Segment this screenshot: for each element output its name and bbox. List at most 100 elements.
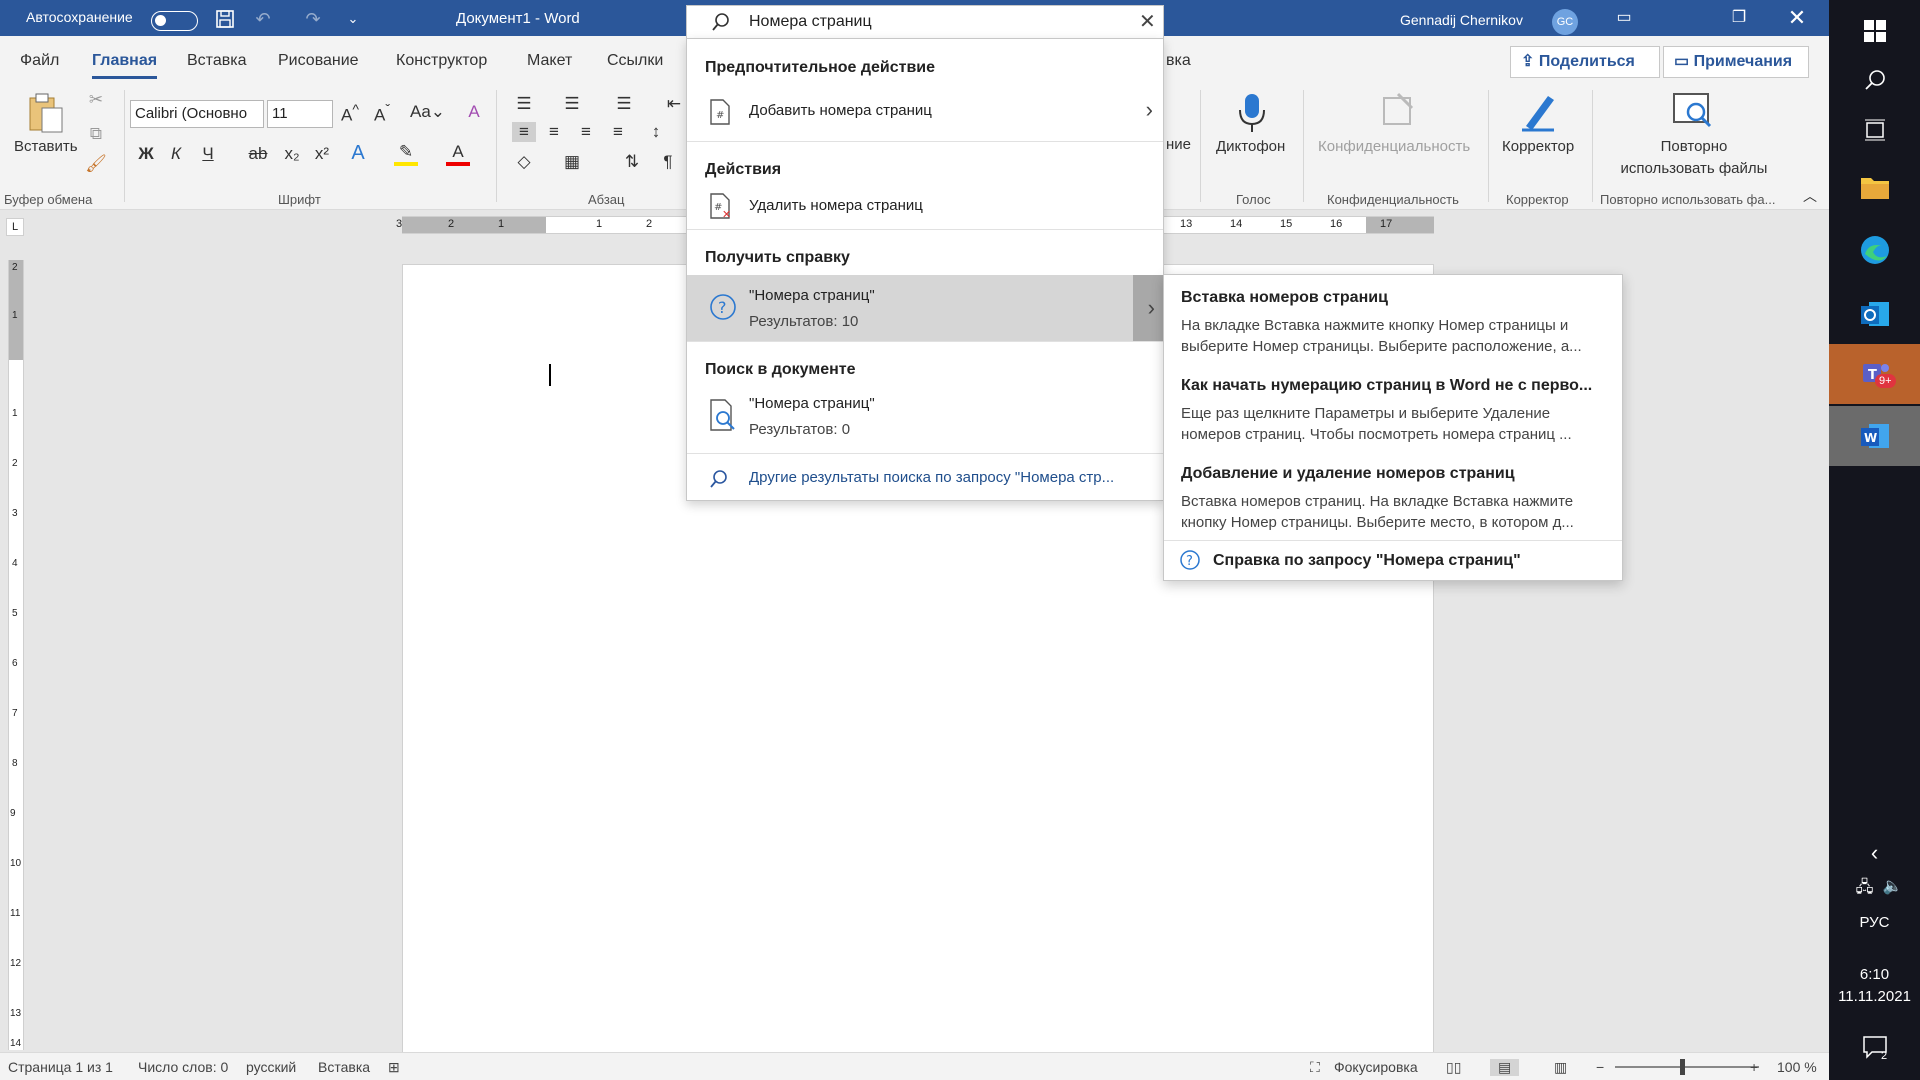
ribbon-display-icon[interactable]: ▭ xyxy=(1601,0,1647,36)
subscript-icon[interactable]: x₂ xyxy=(280,144,304,164)
decrease-indent-icon[interactable]: ⇤ xyxy=(662,94,686,114)
bold-button[interactable]: Ж xyxy=(134,144,158,164)
close-window-icon[interactable]: ✕ xyxy=(1774,0,1820,36)
italic-button[interactable]: К xyxy=(164,144,188,164)
tab-draw[interactable]: Рисование xyxy=(278,52,359,70)
search-taskbar-button[interactable] xyxy=(1829,60,1920,100)
file-explorer-button[interactable] xyxy=(1829,162,1920,214)
highlight-icon[interactable]: ✎ xyxy=(394,142,418,166)
word-count[interactable]: Число слов: 0 xyxy=(138,1059,228,1075)
remove-page-numbers-item[interactable]: # ✕ Удалить номера страниц xyxy=(687,185,1163,227)
redo-icon[interactable]: ↷ xyxy=(302,8,324,30)
page-count[interactable]: Страница 1 из 1 xyxy=(8,1059,113,1075)
help-article-title[interactable]: Как начать нумерацию страниц в Word не с… xyxy=(1181,377,1592,395)
avatar[interactable]: GC xyxy=(1552,9,1578,35)
focus-mode[interactable]: Фокусировка xyxy=(1334,1059,1418,1075)
start-button[interactable] xyxy=(1829,10,1920,50)
help-article-title[interactable]: Вставка номеров страниц xyxy=(1181,289,1388,307)
zoom-slider-thumb[interactable] xyxy=(1680,1059,1685,1075)
tab-home[interactable]: Главная xyxy=(92,52,158,79)
show-marks-icon[interactable]: ¶ xyxy=(656,152,680,172)
align-center-icon[interactable]: ≡ xyxy=(542,122,566,142)
tab-layout[interactable]: Макет xyxy=(527,52,572,70)
format-painter-icon[interactable]: 🖌 xyxy=(84,154,108,174)
read-mode-icon[interactable]: ▯▯ xyxy=(1446,1059,1461,1076)
add-page-numbers-item[interactable]: # Добавить номера страниц › xyxy=(687,87,1163,135)
tab-references[interactable]: Ссылки xyxy=(607,52,663,70)
search-input[interactable] xyxy=(749,10,1109,34)
print-layout-icon[interactable]: ▤ xyxy=(1490,1059,1520,1076)
line-spacing-icon[interactable]: ↕ xyxy=(644,122,668,142)
edge-button[interactable] xyxy=(1829,222,1920,278)
help-link-label[interactable]: Справка по запросу "Номера страниц" xyxy=(1213,552,1521,570)
reuse-files-label-1[interactable]: Повторно xyxy=(1624,138,1764,155)
insert-mode[interactable]: Вставка xyxy=(318,1059,370,1075)
paste-icon[interactable] xyxy=(26,92,66,133)
strikethrough-icon[interactable]: ab xyxy=(246,144,270,164)
action-center-button[interactable]: 2 xyxy=(1829,1028,1920,1068)
multilevel-list-icon[interactable]: ☰ xyxy=(612,94,636,114)
tab-file[interactable]: Файл xyxy=(20,52,59,70)
undo-icon[interactable]: ↶ xyxy=(252,8,274,30)
user-name[interactable]: Gennadij Chernikov xyxy=(1400,12,1523,28)
zoom-level[interactable]: 100 % xyxy=(1777,1059,1817,1075)
numbering-icon[interactable]: ☰ xyxy=(560,94,584,114)
editor-label[interactable]: Корректор xyxy=(1502,138,1574,155)
accessibility-icon[interactable]: ⊞ xyxy=(388,1059,400,1076)
reuse-files-icon[interactable] xyxy=(1672,92,1712,132)
teams-button[interactable]: T 9+ xyxy=(1829,344,1920,404)
customize-toolbar-icon[interactable]: ⌄ xyxy=(342,8,364,30)
tab-review-partial[interactable]: вка xyxy=(1166,52,1191,70)
outlook-button[interactable] xyxy=(1829,286,1920,342)
restore-icon[interactable]: ❐ xyxy=(1716,0,1762,36)
cut-icon[interactable]: ✂ xyxy=(84,90,108,110)
comments-button[interactable]: ▭ Примечания xyxy=(1663,46,1809,78)
text-effects-icon[interactable]: A xyxy=(346,142,370,165)
grow-font-icon[interactable]: A^ xyxy=(338,102,362,126)
web-layout-icon[interactable]: ▥ xyxy=(1554,1059,1567,1076)
tab-design[interactable]: Конструктор xyxy=(396,52,487,70)
justify-icon[interactable]: ≡ xyxy=(606,122,630,142)
tab-insert[interactable]: Вставка xyxy=(187,52,246,70)
clear-search-icon[interactable]: ✕ xyxy=(1139,12,1156,32)
task-view-button[interactable] xyxy=(1829,110,1920,150)
focus-icon[interactable]: ⛶ xyxy=(1310,1059,1320,1076)
dictate-label[interactable]: Диктофон xyxy=(1216,138,1285,155)
superscript-icon[interactable]: x² xyxy=(310,144,334,164)
align-left-icon[interactable]: ≡ xyxy=(512,122,536,142)
sort-icon[interactable]: ⇅ xyxy=(620,152,644,172)
more-results-item[interactable]: Другие результаты поиска по запросу "Ном… xyxy=(687,457,1163,499)
help-article-title[interactable]: Добавление и удаление номеров страниц xyxy=(1181,465,1515,483)
collapse-ribbon-icon[interactable]: ︿ xyxy=(1798,186,1822,206)
volume-icon[interactable]: 🔈 xyxy=(1847,876,1920,896)
font-size-select[interactable]: 11 xyxy=(267,100,333,128)
share-button[interactable]: ⇪ Поделиться xyxy=(1510,46,1660,78)
save-icon[interactable] xyxy=(214,8,236,30)
zoom-out-icon[interactable]: − xyxy=(1596,1059,1604,1075)
show-hidden-icons[interactable]: ‹ xyxy=(1829,840,1920,868)
zoom-slider[interactable] xyxy=(1615,1066,1759,1068)
help-results-item[interactable]: ? "Номера страниц" Результатов: 10 › xyxy=(687,275,1163,341)
copy-icon[interactable]: ⧉ xyxy=(84,124,108,144)
autosave-toggle[interactable] xyxy=(151,11,198,31)
search-box[interactable]: ✕ xyxy=(686,5,1164,39)
zoom-in-icon[interactable]: + xyxy=(1750,1059,1758,1075)
bullets-icon[interactable]: ☰ xyxy=(512,94,536,114)
vertical-ruler[interactable]: 2 1 1 2 3 4 5 6 7 8 9 10 11 12 13 14 xyxy=(8,260,24,1050)
document-search-item[interactable]: "Номера страниц" Результатов: 0 xyxy=(687,389,1163,447)
clock-time[interactable]: 6:10 xyxy=(1829,966,1920,983)
language-status[interactable]: русский xyxy=(246,1059,296,1075)
clear-formatting-icon[interactable]: A xyxy=(462,102,486,122)
underline-button[interactable]: Ч xyxy=(196,144,220,164)
editor-icon[interactable] xyxy=(1518,90,1558,132)
align-right-icon[interactable]: ≡ xyxy=(574,122,598,142)
shading-icon[interactable]: ◇ xyxy=(512,152,536,172)
word-button[interactable]: W xyxy=(1829,406,1920,466)
change-case-icon[interactable]: Aa⌄ xyxy=(410,102,445,122)
tab-selector[interactable]: L xyxy=(6,218,24,236)
font-name-select[interactable]: Calibri (Основно xyxy=(130,100,264,128)
shrink-font-icon[interactable]: Aˇ xyxy=(370,102,394,126)
borders-icon[interactable]: ▦ xyxy=(560,152,584,172)
clock-date[interactable]: 11.11.2021 xyxy=(1829,988,1920,1005)
input-language[interactable]: РУС xyxy=(1829,914,1920,931)
